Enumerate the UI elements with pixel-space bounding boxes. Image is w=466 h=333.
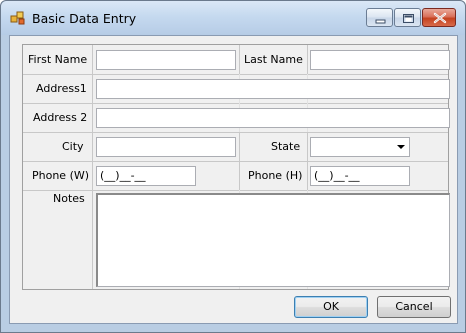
last-name-field[interactable] — [310, 50, 450, 70]
column-divider — [239, 132, 240, 190]
column-divider — [307, 45, 308, 74]
phone-w-field[interactable]: (__)__-__ — [96, 166, 196, 186]
chevron-down-icon[interactable] — [397, 145, 405, 149]
notes-textarea[interactable] — [96, 193, 450, 287]
last-name-label: Last Name — [244, 53, 303, 66]
row-divider — [23, 190, 448, 191]
address1-field[interactable] — [96, 79, 450, 99]
phone-w-label: Phone (W) — [32, 169, 90, 182]
cancel-button[interactable]: Cancel — [377, 296, 451, 318]
minimize-button[interactable] — [366, 8, 393, 27]
phone-h-field[interactable]: (__)__-__ — [310, 166, 410, 186]
state-label: State — [271, 140, 301, 153]
row-divider — [23, 132, 448, 133]
dialog-body: First Name Last Name Address1 Address 2 … — [9, 35, 458, 324]
address2-field[interactable] — [96, 108, 450, 128]
address1-label: Address1 — [36, 82, 87, 95]
city-field[interactable] — [96, 137, 236, 157]
first-name-label: First Name — [28, 53, 88, 66]
address2-label: Address 2 — [33, 111, 88, 124]
first-name-field[interactable] — [96, 50, 236, 70]
app-icon — [10, 11, 25, 25]
close-button[interactable] — [422, 8, 456, 27]
column-divider — [239, 45, 240, 74]
column-divider — [92, 45, 93, 289]
maximize-icon — [403, 14, 414, 23]
dialog-window: Basic Data Entry First Name Last Name Ad… — [0, 0, 466, 333]
phone-h-label: Phone (H) — [248, 169, 303, 182]
window-title: Basic Data Entry — [32, 11, 137, 26]
state-dropdown[interactable] — [310, 137, 410, 157]
row-divider — [23, 161, 448, 162]
city-label: City — [62, 140, 84, 153]
close-icon — [433, 12, 447, 24]
maximize-button[interactable] — [394, 8, 421, 27]
minimize-icon — [375, 19, 386, 24]
notes-label: Notes — [53, 192, 85, 205]
ok-button[interactable]: OK — [294, 296, 368, 318]
column-divider — [307, 132, 308, 190]
row-divider — [23, 74, 448, 75]
row-divider — [23, 103, 448, 104]
form-grid: First Name Last Name Address1 Address 2 … — [22, 44, 450, 290]
title-bar[interactable]: Basic Data Entry — [1, 1, 465, 35]
